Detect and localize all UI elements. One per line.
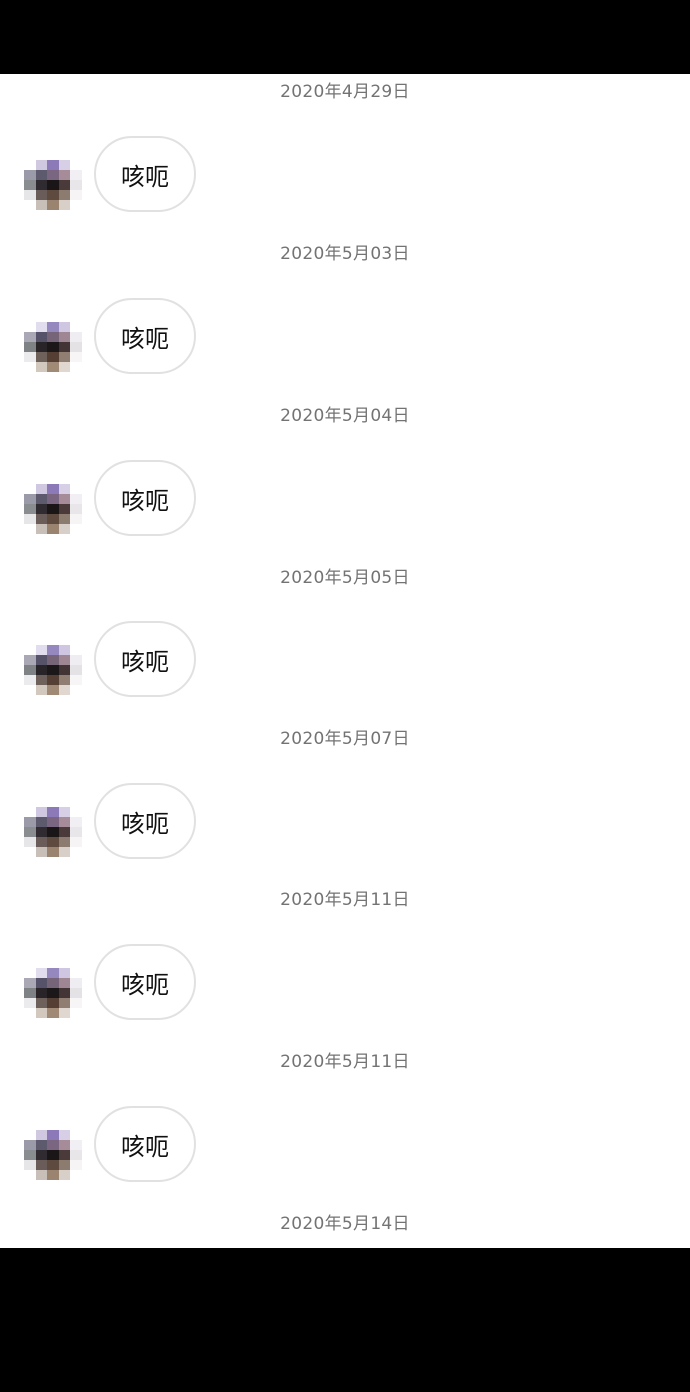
message-bubble[interactable]: 咳呃	[94, 298, 196, 374]
avatar[interactable]	[24, 160, 82, 210]
avatar[interactable]	[24, 807, 82, 857]
date-divider: 2020年4月29日	[280, 82, 410, 102]
date-divider: 2020年5月04日	[280, 406, 410, 426]
avatar[interactable]	[24, 968, 82, 1018]
avatar[interactable]	[24, 322, 82, 372]
message-bubble[interactable]: 咳呃	[94, 1106, 196, 1182]
bottom-black-bar	[0, 1248, 690, 1392]
message-row: 咳呃	[0, 1106, 690, 1182]
message-bubble[interactable]: 咳呃	[94, 944, 196, 1020]
message-row: 咳呃	[0, 460, 690, 536]
date-divider: 2020年5月03日	[280, 244, 410, 264]
chat-message-list[interactable]: 2020年4月29日 咳呃 2020年5月03日 咳呃 2020年5月04日 咳…	[0, 74, 690, 1248]
message-row: 咳呃	[0, 136, 690, 212]
top-black-bar	[0, 0, 690, 74]
avatar[interactable]	[24, 645, 82, 695]
message-bubble[interactable]: 咳呃	[94, 136, 196, 212]
message-bubble[interactable]: 咳呃	[94, 621, 196, 697]
date-divider: 2020年5月14日	[280, 1214, 410, 1234]
message-row: 咳呃	[0, 298, 690, 374]
date-divider: 2020年5月11日	[280, 890, 410, 910]
avatar[interactable]	[24, 1130, 82, 1180]
message-bubble[interactable]: 咳呃	[94, 460, 196, 536]
message-row: 咳呃	[0, 621, 690, 697]
avatar[interactable]	[24, 484, 82, 534]
date-divider: 2020年5月11日	[280, 1052, 410, 1072]
message-row: 咳呃	[0, 783, 690, 859]
message-row: 咳呃	[0, 944, 690, 1020]
date-divider: 2020年5月05日	[280, 568, 410, 588]
date-divider: 2020年5月07日	[280, 729, 410, 749]
message-bubble[interactable]: 咳呃	[94, 783, 196, 859]
